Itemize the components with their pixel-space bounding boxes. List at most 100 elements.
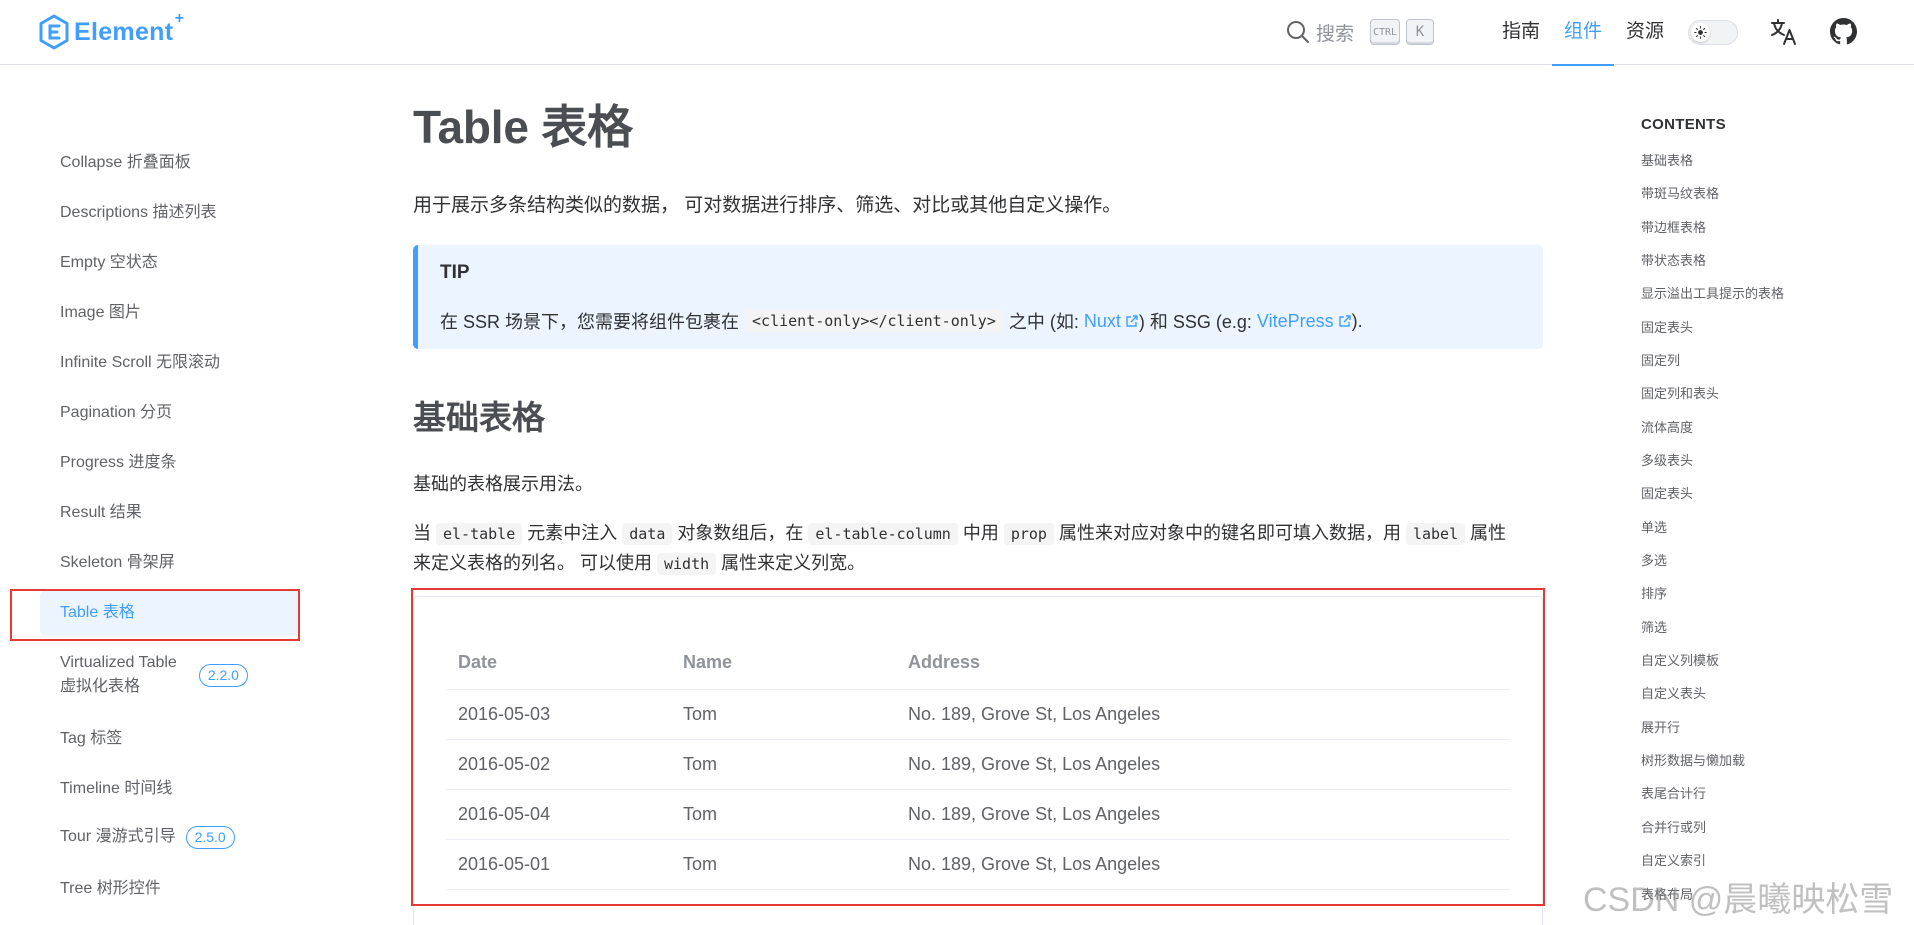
nav-guide[interactable]: 指南 bbox=[1490, 0, 1552, 65]
sidebar-item-label: Tree 树形控件 bbox=[60, 880, 161, 897]
toc-title: CONTENTS bbox=[1641, 116, 1726, 133]
sidebar-item-label: Result 结果 bbox=[60, 504, 142, 521]
column-header-name: Name bbox=[671, 637, 896, 690]
toc-item[interactable]: 表格布局 bbox=[1641, 884, 1693, 903]
toc-item[interactable]: 固定表头 bbox=[1641, 317, 1693, 336]
toc-item[interactable]: 树形数据与懒加载 bbox=[1641, 750, 1745, 769]
sidebar-item-descriptions[interactable]: Descriptions 描述列表 bbox=[40, 201, 300, 225]
tip-text-mid: 之中 (如: bbox=[1008, 312, 1079, 332]
tip-code: <client-only></client-only> bbox=[745, 310, 1003, 332]
sidebar-item-result[interactable]: Result 结果 bbox=[40, 501, 300, 525]
vitepress-link[interactable]: VitePress bbox=[1257, 311, 1352, 332]
toc-item[interactable]: 自定义列模板 bbox=[1641, 650, 1719, 669]
version-badge: 2.5.0 bbox=[185, 825, 235, 849]
translate-icon[interactable] bbox=[1770, 18, 1798, 46]
sidebar-item-collapse[interactable]: Collapse 折叠面板 bbox=[40, 151, 300, 175]
toc-item[interactable]: 多级表头 bbox=[1641, 450, 1693, 469]
cell-name: Tom bbox=[671, 739, 896, 790]
sidebar-item-tree[interactable]: Tree 树形控件 bbox=[40, 877, 300, 901]
toc-item[interactable]: 带边框表格 bbox=[1641, 217, 1706, 236]
section-usage-text: 当 el-table 元素中注入 data 对象数组后，在 el-table-column… bbox=[413, 519, 1543, 579]
table-of-contents: CONTENTS 基础表格 带斑马纹表格 带边框表格 带状态表格 显示溢出工具提… bbox=[1641, 116, 1901, 902]
logo-text: Element + bbox=[74, 9, 185, 46]
github-icon[interactable] bbox=[1830, 18, 1857, 45]
toc-item[interactable]: 自定义表头 bbox=[1641, 683, 1706, 702]
sidebar-item-label: Tag 标签 bbox=[60, 730, 123, 747]
toc-item[interactable]: 排序 bbox=[1641, 583, 1667, 602]
cell-address: No. 189, Grove St, Los Angeles bbox=[896, 839, 1510, 890]
toc-item[interactable]: 表尾合计行 bbox=[1641, 783, 1706, 802]
toc-item[interactable]: 基础表格 bbox=[1641, 150, 1693, 169]
sidebar-item-label: Descriptions 描述列表 bbox=[60, 204, 217, 221]
table-header-row: Date Name Address bbox=[446, 637, 1510, 690]
toc-item[interactable]: 固定表头 bbox=[1641, 483, 1693, 502]
inline-code: label bbox=[1405, 523, 1466, 545]
logo-plus: + bbox=[174, 9, 185, 27]
data-table: Date Name Address 2016-05-03 Tom No. 189… bbox=[446, 637, 1510, 890]
toc-item[interactable]: 单选 bbox=[1641, 517, 1667, 536]
usage-text: 来定义表格的列名。 可以使用 bbox=[413, 553, 652, 573]
tip-box: TIP 在 SSR 场景下，您需要将组件包裹在 <client-only></c… bbox=[413, 245, 1543, 349]
sidebar-item-label: Collapse 折叠面板 bbox=[60, 154, 191, 171]
column-header-date: Date bbox=[446, 637, 671, 690]
usage-text: 当 bbox=[413, 523, 431, 543]
tip-text: 在 SSR 场景下，您需要将组件包裹在 <client-only></clien… bbox=[440, 308, 1363, 334]
section-desc: 基础的表格展示用法。 bbox=[413, 474, 593, 494]
toc-item[interactable]: 固定列和表头 bbox=[1641, 383, 1719, 402]
cell-date: 2016-05-01 bbox=[446, 839, 671, 890]
kbd-k: K bbox=[1406, 19, 1435, 45]
inline-code: prop bbox=[1003, 523, 1054, 545]
cell-address: No. 189, Grove St, Los Angeles bbox=[896, 739, 1510, 790]
sidebar-item-label: Infinite Scroll 无限滚动 bbox=[60, 354, 221, 371]
toc-item[interactable]: 显示溢出工具提示的表格 bbox=[1641, 283, 1784, 302]
toc-item[interactable]: 多选 bbox=[1641, 550, 1667, 569]
watermark: CSDN @晨曦映松雪 bbox=[1583, 881, 1894, 919]
usage-text: 属性来对应对象中的键名即可填入数据，用 bbox=[1058, 523, 1401, 543]
cell-date: 2016-05-02 bbox=[446, 739, 671, 790]
nav-resource[interactable]: 资源 bbox=[1614, 0, 1676, 65]
sun-icon bbox=[1694, 26, 1707, 39]
toc-item[interactable]: 带斑马纹表格 bbox=[1641, 183, 1719, 202]
toc-item[interactable]: 带状态表格 bbox=[1641, 250, 1706, 269]
page-title: Table 表格 bbox=[413, 101, 633, 153]
sidebar-item-tour[interactable]: Tour 漫游式引导 2.5.0 bbox=[40, 825, 300, 849]
sidebar-item-label: Pagination 分页 bbox=[60, 404, 173, 421]
cell-name: Tom bbox=[671, 689, 896, 740]
sidebar-item-progress[interactable]: Progress 进度条 bbox=[40, 451, 300, 475]
nuxt-link-label: Nuxt bbox=[1083, 310, 1121, 331]
sidebar-item-image[interactable]: Image 图片 bbox=[40, 301, 300, 325]
usage-text: 属性来定义列宽。 bbox=[721, 553, 866, 573]
cell-address: No. 189, Grove St, Los Angeles bbox=[896, 789, 1510, 840]
toc-item[interactable]: 筛选 bbox=[1641, 617, 1667, 636]
element-logo[interactable]: Element + bbox=[38, 9, 185, 50]
toc-item[interactable]: 自定义索引 bbox=[1641, 850, 1706, 869]
tip-text-before: 在 SSR 场景下，您需要将组件包裹在 bbox=[440, 312, 740, 332]
cell-name: Tom bbox=[671, 839, 896, 890]
sidebar-item-empty[interactable]: Empty 空状态 bbox=[40, 251, 300, 275]
theme-toggle[interactable] bbox=[1688, 20, 1738, 45]
sidebar-item-infinite-scroll[interactable]: Infinite Scroll 无限滚动 bbox=[40, 351, 300, 375]
search-button[interactable]: 搜索 CTRL K bbox=[1285, 18, 1435, 46]
sidebar-item-label: Tour 漫游式引导 bbox=[60, 828, 176, 845]
sidebar-item-timeline[interactable]: Timeline 时间线 bbox=[40, 777, 300, 801]
toc-item[interactable]: 固定列 bbox=[1641, 350, 1680, 369]
table-row: 2016-05-02 Tom No. 189, Grove St, Los An… bbox=[446, 739, 1510, 790]
sidebar-item-table[interactable]: Table 表格 bbox=[40, 590, 300, 636]
sidebar-item-pagination[interactable]: Pagination 分页 bbox=[40, 401, 300, 425]
nav-component[interactable]: 组件 bbox=[1552, 0, 1615, 66]
top-nav: 指南 组件 资源 bbox=[1490, 0, 1676, 66]
sidebar-item-skeleton[interactable]: Skeleton 骨架屏 bbox=[40, 551, 300, 575]
table-row: 2016-05-03 Tom No. 189, Grove St, Los An… bbox=[446, 689, 1510, 740]
tip-text-after: ). bbox=[1351, 310, 1363, 331]
toc-item[interactable]: 流体高度 bbox=[1641, 417, 1693, 436]
toc-item[interactable]: 合并行或列 bbox=[1641, 817, 1706, 836]
tip-text-mid2: ) 和 SSG (e.g: bbox=[1138, 312, 1252, 332]
nuxt-link[interactable]: Nuxt bbox=[1084, 311, 1139, 332]
search-icon bbox=[1287, 21, 1309, 43]
toc-item[interactable]: 展开行 bbox=[1641, 717, 1680, 736]
sidebar-item-virtualized-table[interactable]: Virtualized Table 虚拟化表格 2.2.0 bbox=[40, 651, 300, 699]
sidebar: Collapse 折叠面板 Descriptions 描述列表 Empty 空状… bbox=[0, 65, 320, 925]
tip-title: TIP bbox=[440, 262, 470, 283]
sidebar-item-label: Image 图片 bbox=[60, 304, 141, 321]
sidebar-item-tag[interactable]: Tag 标签 bbox=[40, 727, 300, 751]
